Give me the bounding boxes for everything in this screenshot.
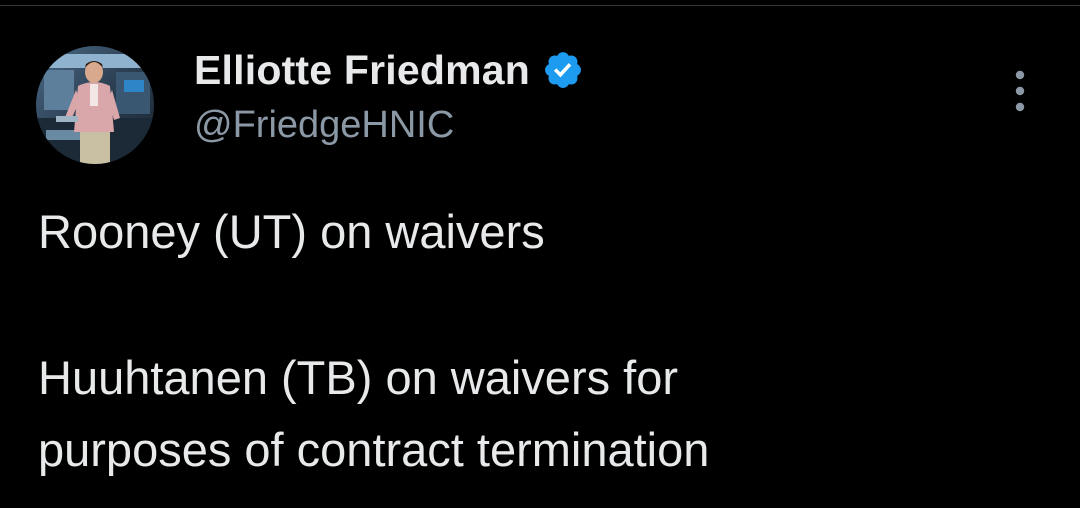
tweet-body: Rooney (UT) on waivers Huuhtanen (TB) on…	[38, 196, 1038, 486]
tweet-paragraph-break	[38, 268, 1038, 342]
tweet-card: Elliotte Friedman @FriedgeHNIC Rooney (U…	[0, 0, 1080, 508]
author-handle[interactable]: @FriedgeHNIC	[194, 104, 454, 147]
more-options-button[interactable]	[1000, 66, 1040, 116]
tweet-text-line: purposes of contract termination	[38, 423, 710, 476]
author-display-name[interactable]: Elliotte Friedman	[194, 47, 530, 94]
more-vertical-icon	[1015, 70, 1025, 112]
profile-photo-icon	[36, 46, 154, 164]
author-name-row: Elliotte Friedman	[194, 44, 584, 96]
author-avatar[interactable]	[36, 46, 154, 164]
tweet-text-line: Huuhtanen (TB) on waivers for	[38, 351, 679, 404]
verified-badge-icon[interactable]	[542, 49, 584, 91]
tweet-text-line: Rooney (UT) on waivers	[38, 205, 545, 258]
